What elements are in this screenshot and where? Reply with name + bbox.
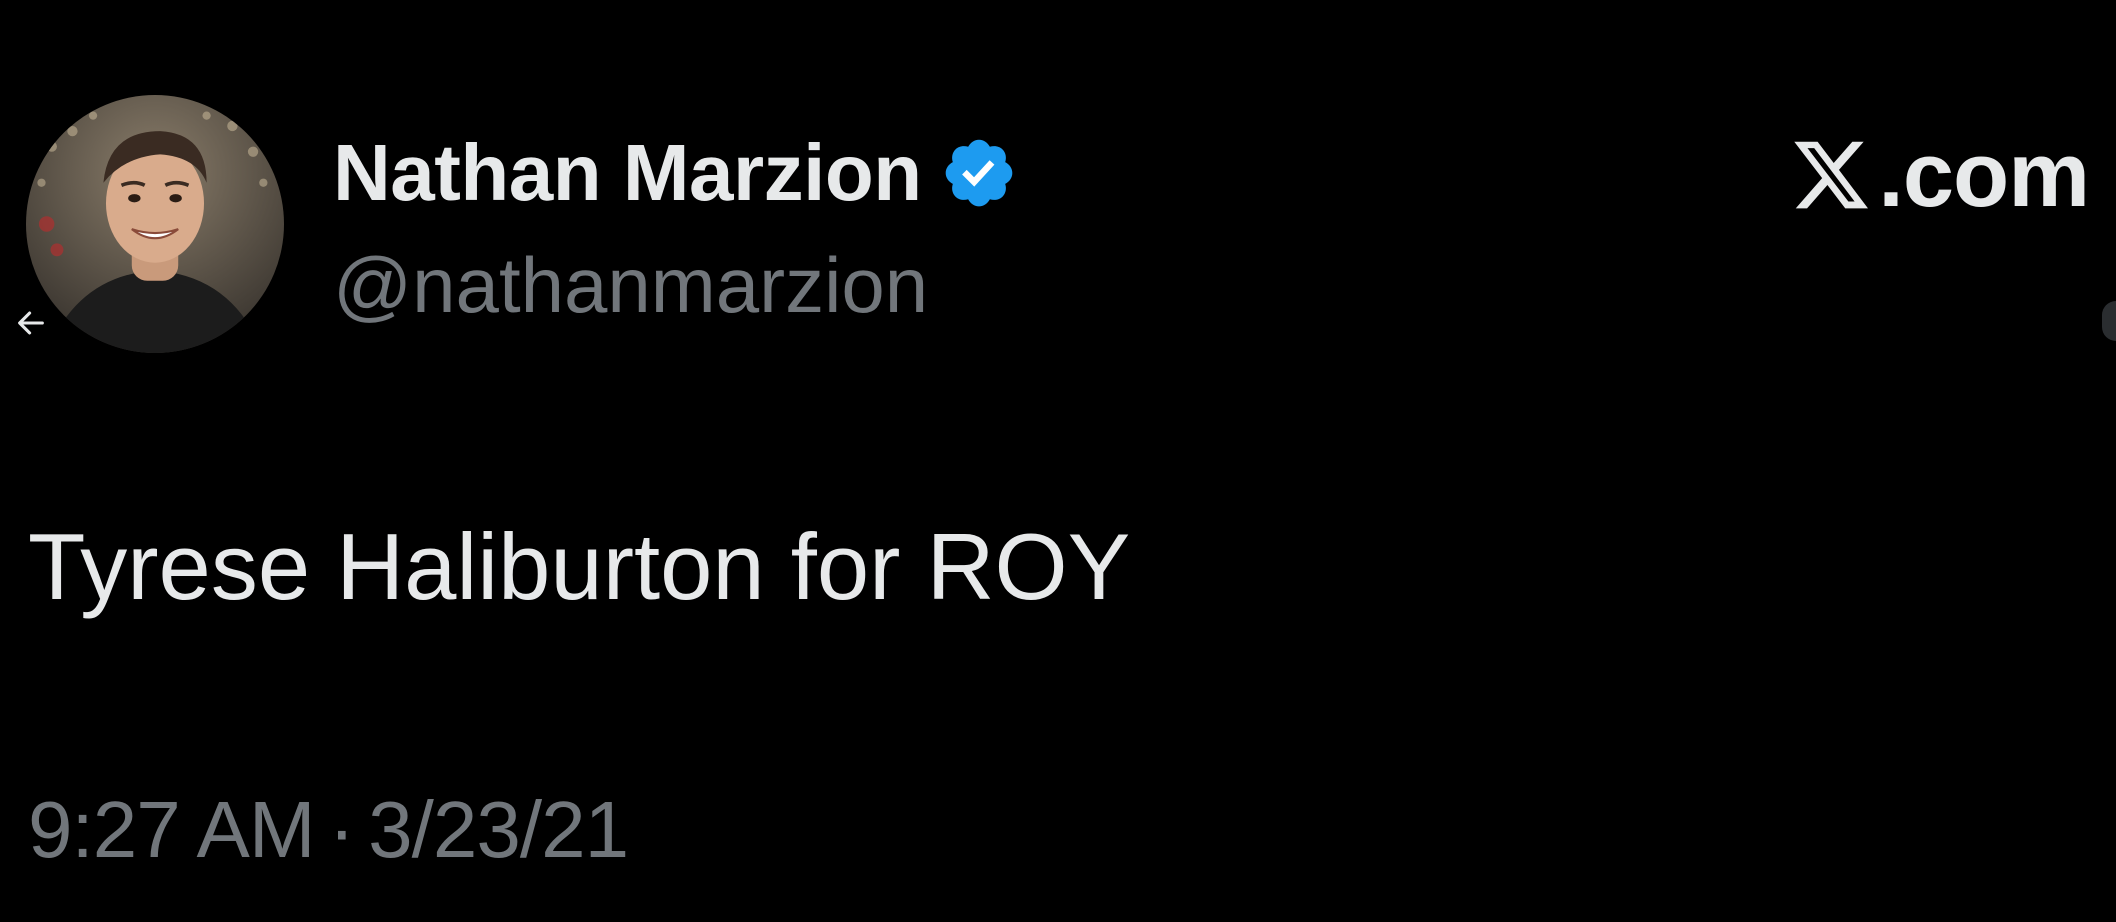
avatar[interactable] bbox=[26, 95, 284, 353]
scroll-edge-handle bbox=[2102, 301, 2116, 341]
tweet-timestamp[interactable]: 9:27 AM · 3/23/21 bbox=[28, 782, 629, 878]
tweet-text: Tyrese Haliburton for ROY bbox=[28, 514, 1131, 619]
verified-badge-icon bbox=[940, 134, 1018, 212]
brand-domain-text: .com bbox=[1878, 124, 2090, 226]
author-display-name[interactable]: Nathan Marzion bbox=[333, 128, 922, 218]
x-logo-icon bbox=[1790, 134, 1872, 216]
author-handle[interactable]: @nathanmarzion bbox=[333, 240, 928, 330]
brand-logo: .com bbox=[1790, 120, 2090, 230]
tweet-time[interactable]: 9:27 AM bbox=[28, 785, 316, 874]
author-name-row[interactable]: Nathan Marzion bbox=[333, 128, 1018, 218]
tweet-date[interactable]: 3/23/21 bbox=[368, 785, 629, 874]
profile-photo bbox=[26, 95, 284, 353]
arrow-left-icon[interactable] bbox=[14, 306, 48, 340]
timestamp-separator: · bbox=[328, 785, 356, 874]
